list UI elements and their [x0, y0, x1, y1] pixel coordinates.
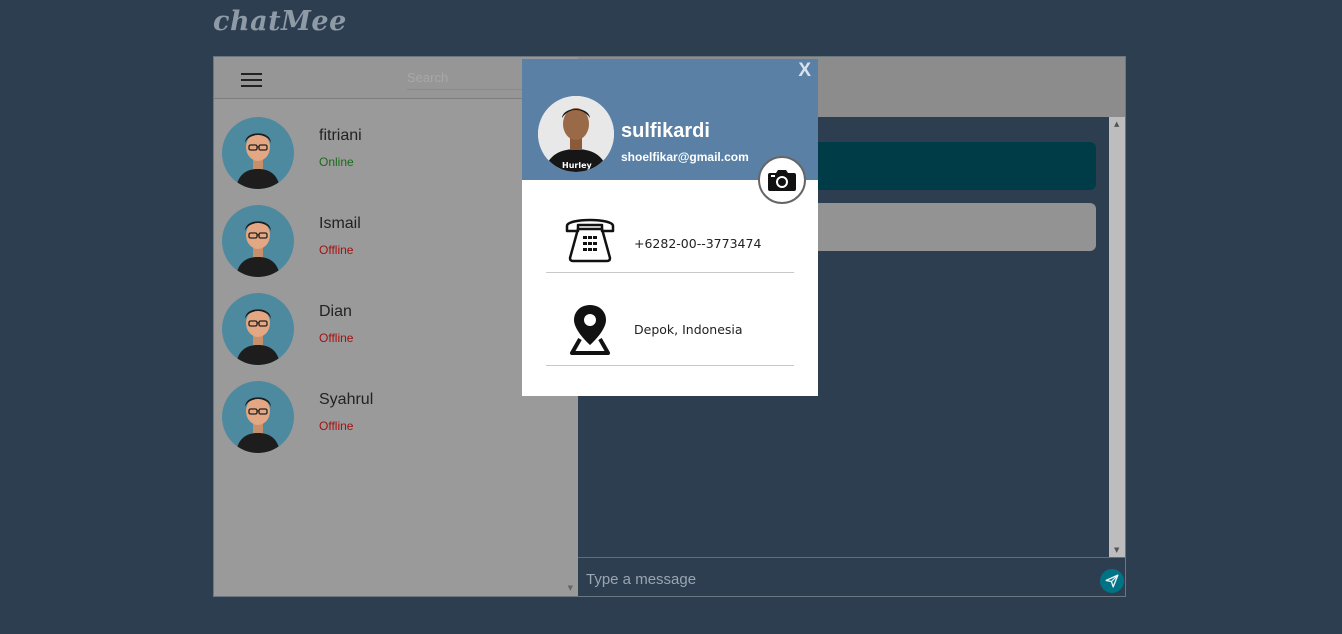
profile-photo: Hurley: [538, 96, 614, 172]
search-input[interactable]: [407, 66, 527, 90]
message-composer: [578, 557, 1125, 596]
close-button[interactable]: X: [798, 60, 811, 82]
scroll-down-arrow-icon[interactable]: ▼: [1114, 546, 1119, 554]
menu-icon[interactable]: [241, 73, 262, 87]
phone-number: +6282-00--3773474: [634, 236, 762, 251]
profile-modal: X Hurley sulfikardi shoelfikar@gmail.com: [522, 59, 818, 396]
scroll-up-arrow-icon[interactable]: ▲: [1114, 120, 1119, 128]
telephone-icon: [564, 212, 616, 268]
app-logo: chatMee: [213, 6, 347, 37]
location-text: Depok, Indonesia: [634, 322, 743, 337]
avatar: [222, 293, 294, 365]
scroll-down-arrow-icon[interactable]: ▼: [568, 584, 573, 592]
avatar: [222, 381, 294, 453]
profile-name: sulfikardi: [621, 120, 710, 142]
send-icon: [1105, 574, 1119, 588]
contact-status: Offline: [319, 243, 354, 257]
send-button[interactable]: [1100, 569, 1124, 593]
location-pin-icon: [566, 303, 614, 359]
location-row: Depok, Indonesia: [546, 273, 794, 366]
profile-email: shoelfikar@gmail.com: [621, 150, 749, 164]
camera-icon: [768, 170, 796, 191]
avatar: [222, 117, 294, 189]
phone-row: +6282-00--3773474: [546, 202, 794, 273]
contact-status: Offline: [319, 419, 354, 433]
contact-status: Online: [319, 155, 354, 169]
contact-name: Syahrul: [319, 391, 374, 408]
contact-name: Ismail: [319, 215, 361, 232]
shirt-text: Hurley: [562, 161, 593, 170]
message-input[interactable]: [586, 566, 1086, 592]
contact-name: Dian: [319, 303, 352, 320]
contact-name: fitriani: [319, 127, 362, 144]
avatar: [222, 205, 294, 277]
message-scrollbar[interactable]: ▲ ▼: [1109, 117, 1125, 557]
change-photo-button[interactable]: [758, 156, 806, 204]
contact-status: Offline: [319, 331, 354, 345]
